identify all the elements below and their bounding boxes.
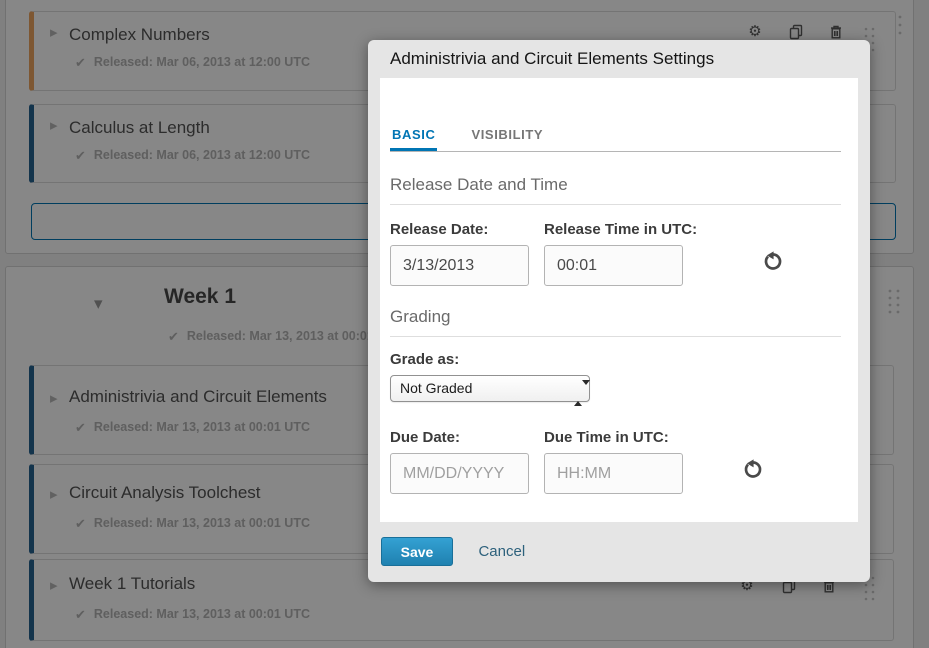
due-fields: Due Date: Due Time in UTC: — [390, 429, 841, 494]
release-time-input[interactable] — [544, 245, 683, 286]
due-time-label: Due Time in UTC: — [544, 429, 683, 446]
release-date-label: Release Date: — [390, 221, 529, 238]
due-date-input[interactable] — [390, 453, 529, 494]
due-time-input[interactable] — [544, 453, 683, 494]
reset-due-icon[interactable] — [742, 459, 763, 483]
grade-as-select[interactable]: Not Graded — [390, 375, 590, 402]
modal-title: Administrivia and Circuit Elements Setti… — [368, 40, 870, 78]
studio-outline-page: ▸ Complex Numbers ✔ Released: Mar 06, 20… — [0, 0, 929, 648]
grading-section-heading: Grading — [390, 307, 841, 337]
release-time-label: Release Time in UTC: — [544, 221, 697, 238]
release-fields: Release Date: Release Time in UTC: — [390, 221, 841, 286]
select-spinner-icon — [574, 381, 582, 406]
modal-body: BASIC VISIBILITY Release Date and Time R… — [380, 78, 858, 522]
grade-as-label: Grade as: — [390, 351, 841, 368]
due-date-label: Due Date: — [390, 429, 529, 446]
modal-tabs: BASIC VISIBILITY — [390, 127, 841, 152]
release-section-heading: Release Date and Time — [390, 175, 841, 205]
reset-release-icon[interactable] — [762, 251, 783, 275]
release-date-input[interactable] — [390, 245, 529, 286]
cancel-link[interactable]: Cancel — [478, 537, 525, 566]
modal-footer: Save Cancel — [368, 522, 870, 582]
tab-basic[interactable]: BASIC — [390, 127, 437, 151]
settings-modal: Administrivia and Circuit Elements Setti… — [368, 40, 870, 582]
grade-as-value: Not Graded — [400, 380, 472, 396]
save-button[interactable]: Save — [381, 537, 453, 566]
tab-visibility[interactable]: VISIBILITY — [469, 127, 545, 151]
